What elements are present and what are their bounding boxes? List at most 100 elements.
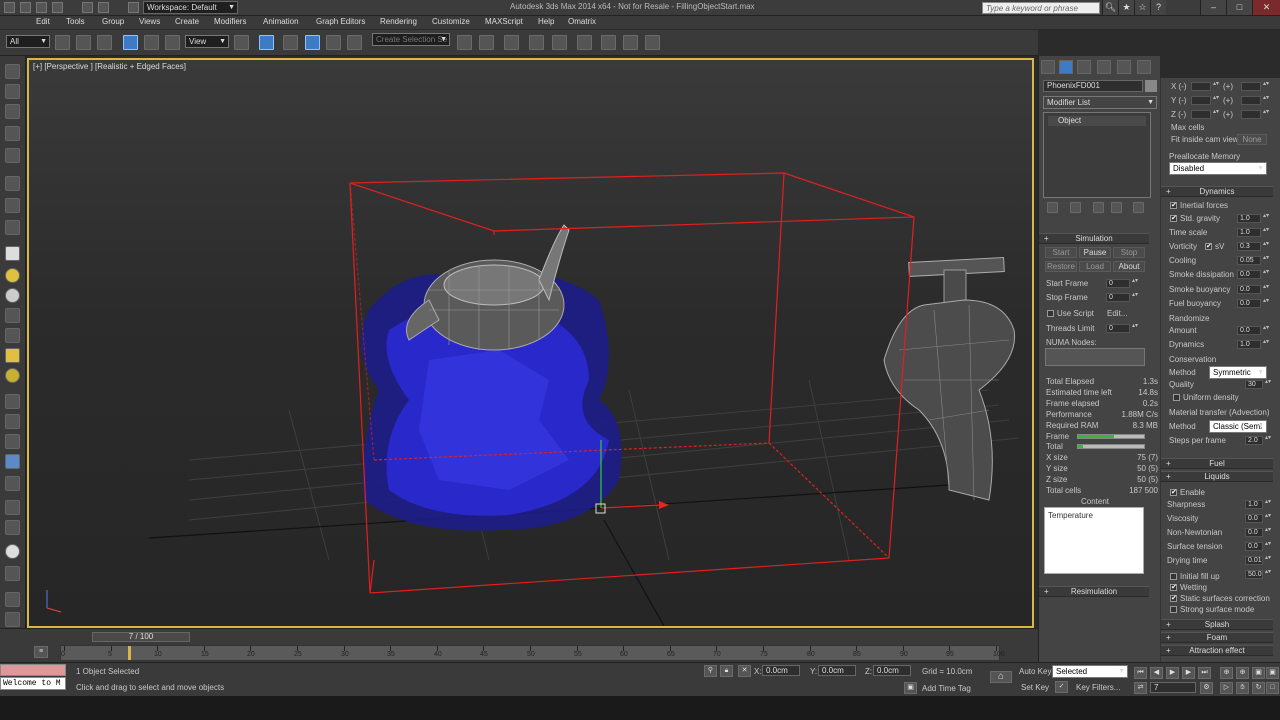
menu-views[interactable]: Views <box>139 17 160 26</box>
menu-edit[interactable]: Edit <box>36 17 50 26</box>
select-object-icon[interactable] <box>55 35 70 50</box>
stack-item-object[interactable]: Object <box>1048 116 1146 126</box>
app-menu-icon[interactable] <box>4 2 15 13</box>
content-item-temperature[interactable]: Temperature <box>1048 511 1093 520</box>
vorticity-spinner[interactable]: 0.3 <box>1237 241 1269 251</box>
auto-key-button[interactable]: Auto Key <box>1019 667 1051 676</box>
conservation-method-dropdown[interactable]: Symmetric <box>1209 366 1267 379</box>
rectangular-selection-icon[interactable] <box>97 35 112 50</box>
liquids-rollout-header[interactable]: Liquids <box>1161 471 1273 482</box>
key-mode-icon[interactable]: ⌂ <box>990 671 1012 683</box>
resimulation-rollout-header[interactable]: Resimulation <box>1039 586 1149 597</box>
curve-editor-icon[interactable] <box>552 35 567 50</box>
new-file-icon[interactable] <box>20 2 31 13</box>
initial-fill-up-spinner[interactable]: 50.0 <box>1245 569 1271 579</box>
fuel-rollout-header[interactable]: Fuel <box>1161 458 1273 469</box>
key-mode-dropdown[interactable]: Selected <box>1052 665 1128 678</box>
menu-help[interactable]: Help <box>538 17 554 26</box>
y-coord-field[interactable]: 0.0cm <box>818 665 856 676</box>
pin-stack-icon[interactable] <box>1047 202 1058 213</box>
time-slider[interactable]: 7 / 100 <box>92 632 190 642</box>
absolute-mode-icon[interactable]: ✕ <box>738 665 751 677</box>
set-key-button[interactable]: Set Key <box>1021 683 1049 692</box>
project-folder-icon[interactable] <box>128 2 139 13</box>
torus-icon[interactable] <box>5 288 20 303</box>
tool-icon-8[interactable] <box>5 220 20 235</box>
amount-spinner[interactable]: 0.0 <box>1237 325 1269 335</box>
show-end-result-icon[interactable] <box>1070 202 1081 213</box>
selection-filter-dropdown[interactable]: All <box>6 35 50 48</box>
threads-limit-spinner[interactable]: 0 <box>1106 323 1138 333</box>
tool-icon-21[interactable] <box>5 500 20 515</box>
object-color-swatch[interactable] <box>1145 80 1157 92</box>
drying-time-spinner[interactable]: 0.01 <box>1245 555 1271 565</box>
percent-snap-icon[interactable] <box>326 35 341 50</box>
mini-curve-editor-icon[interactable]: ≡ <box>34 646 48 658</box>
box-icon[interactable] <box>5 246 20 261</box>
sim-about-button[interactable]: About <box>1113 261 1145 272</box>
select-manipulate-icon[interactable] <box>259 35 274 50</box>
help-icon[interactable]: ? <box>1150 0 1166 15</box>
undo-icon[interactable] <box>82 2 93 13</box>
set-key-icon[interactable]: ✓ <box>1055 681 1068 693</box>
tool-icon-26[interactable] <box>5 612 20 627</box>
x-coord-field[interactable]: 0.0cm <box>762 665 800 676</box>
orbit-icon[interactable]: ↻ <box>1252 682 1265 694</box>
reference-coord-dropdown[interactable]: View <box>185 35 229 48</box>
add-time-tag-button[interactable]: Add Time Tag <box>922 684 971 693</box>
graphite-ribbon-icon[interactable] <box>529 35 544 50</box>
zoom-extents-icon[interactable]: ▣ <box>1252 667 1265 679</box>
sim-load-button[interactable]: Load <box>1079 261 1111 272</box>
tool-icon-4[interactable] <box>5 126 20 141</box>
snaps-toggle-icon[interactable] <box>283 35 298 50</box>
teapot-icon[interactable] <box>5 368 20 383</box>
std-gravity-checkbox[interactable] <box>1170 214 1177 222</box>
modifier-stack[interactable]: Object <box>1043 112 1151 198</box>
tool-icon-7[interactable] <box>5 198 20 213</box>
menu-animation[interactable]: Animation <box>263 17 299 26</box>
time-scale-spinner[interactable]: 1.0 <box>1237 227 1269 237</box>
numa-nodes-list[interactable] <box>1045 348 1145 366</box>
tool-icon-5[interactable] <box>5 148 20 163</box>
menu-maxscript[interactable]: MAXScript <box>485 17 523 26</box>
create-tab-icon[interactable] <box>1041 60 1055 74</box>
workspace-dropdown[interactable]: Workspace: Default <box>143 1 238 14</box>
sim-start-button[interactable]: Start <box>1045 247 1077 258</box>
maxscript-listener-input[interactable]: Welcome to M <box>0 677 66 690</box>
menu-tools[interactable]: Tools <box>66 17 85 26</box>
zoom-icon[interactable]: ⊕ <box>1220 667 1233 679</box>
content-list[interactable]: Temperature <box>1044 507 1144 574</box>
maximize-button[interactable]: □ <box>1226 0 1252 15</box>
x-pos-spinner[interactable] <box>1241 81 1269 91</box>
tool-icon-12[interactable] <box>5 308 20 323</box>
splash-rollout-header[interactable]: Splash <box>1161 619 1273 630</box>
attraction-rollout-header[interactable]: Attraction effect <box>1161 645 1273 656</box>
dynamics-rollout-header[interactable]: Dynamics <box>1161 186 1273 197</box>
spinner-snap-icon[interactable] <box>347 35 362 50</box>
use-script-checkbox[interactable] <box>1047 310 1054 317</box>
selection-lock-icon[interactable]: 🔒︎ <box>720 665 733 677</box>
select-move-icon[interactable] <box>123 35 138 50</box>
maxscript-listener-output[interactable] <box>0 664 66 676</box>
static-surfaces-checkbox[interactable] <box>1170 594 1177 602</box>
smoke-buoyancy-spinner[interactable]: 0.0 <box>1237 284 1269 294</box>
sharpness-spinner[interactable]: 1.0 <box>1245 499 1271 509</box>
tool-icon-3[interactable] <box>5 104 20 119</box>
redo-icon[interactable] <box>98 2 109 13</box>
field-of-view-icon[interactable]: ▷ <box>1220 682 1233 694</box>
smoke-dissipation-spinner[interactable]: 0.0 <box>1237 269 1269 279</box>
fit-cam-button[interactable]: None <box>1237 134 1267 145</box>
previous-frame-icon[interactable]: ◀ <box>1150 667 1163 679</box>
modifier-list-dropdown[interactable]: Modifier List <box>1043 96 1157 109</box>
close-button[interactable]: ✕ <box>1252 0 1280 15</box>
quality-spinner[interactable]: 30 <box>1245 379 1271 389</box>
strong-surface-checkbox[interactable] <box>1170 606 1177 613</box>
menu-modifiers[interactable]: Modifiers <box>214 17 246 26</box>
key-mode-toggle-icon[interactable]: ⇄ <box>1134 682 1147 694</box>
tool-icon-20[interactable] <box>5 476 20 491</box>
render-icon[interactable] <box>645 35 660 50</box>
object-name-field[interactable]: PhoenixFD001 <box>1043 80 1143 92</box>
key-filters-button[interactable]: Key Filters... <box>1076 683 1120 692</box>
z-pos-spinner[interactable] <box>1241 109 1269 119</box>
stop-frame-spinner[interactable]: 0 <box>1106 292 1138 302</box>
